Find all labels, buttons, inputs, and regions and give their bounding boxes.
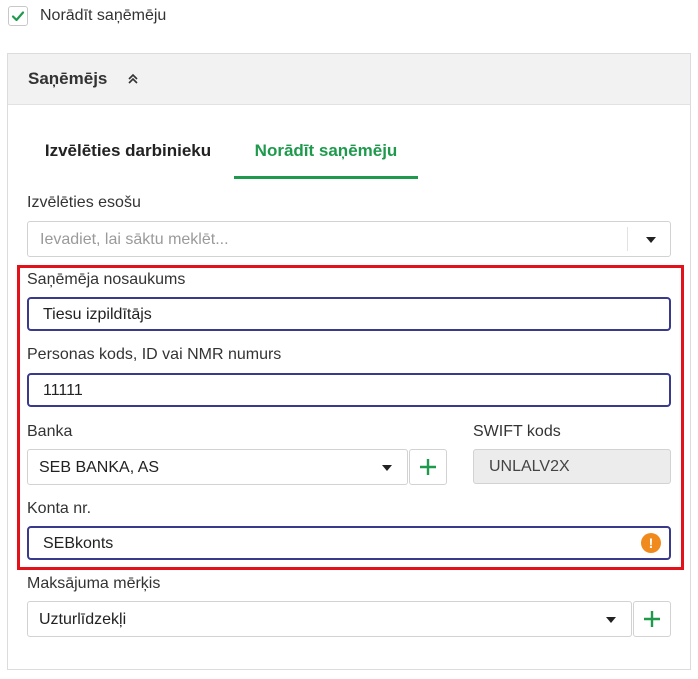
payment-purpose-value: Uzturlīdzekļi — [39, 611, 127, 628]
caret-down-icon[interactable] — [382, 465, 392, 471]
personal-code-value: 11111 — [43, 382, 83, 399]
caret-down-icon[interactable] — [606, 617, 616, 623]
caret-down-icon[interactable] — [646, 237, 656, 243]
show-recipient-label: Norādīt saņēmēju — [40, 7, 167, 24]
recipient-panel-header[interactable] — [8, 54, 690, 105]
bank-value: SEB BANKA, AS — [39, 459, 160, 476]
choose-existing-select[interactable]: Ievadiet, lai sāktu meklēt... — [27, 221, 671, 257]
bank-label: Banka — [27, 423, 73, 440]
tab-specify-recipient[interactable]: Norādīt saņēmēju — [234, 137, 418, 179]
swift-label: SWIFT kods — [473, 423, 561, 440]
plus-icon — [644, 611, 660, 627]
account-value: SEBkonts — [43, 535, 114, 552]
payment-purpose-label: Maksājuma mērķis — [27, 575, 161, 592]
swift-value: UNLALV2X — [489, 458, 570, 475]
add-bank-button[interactable] — [409, 449, 447, 485]
bank-select[interactable]: SEB BANKA, AS — [27, 449, 408, 485]
plus-icon — [420, 459, 436, 475]
tab-choose-employee[interactable]: Izvēlēties darbinieku — [30, 137, 226, 179]
add-payment-purpose-button[interactable] — [633, 601, 671, 637]
swift-field: UNLALV2X — [473, 449, 671, 484]
panel-title: Saņēmējs — [28, 69, 108, 88]
personal-code-label: Personas kods, ID vai NMR numurs — [27, 346, 282, 363]
checkmark-icon — [11, 11, 25, 22]
show-recipient-checkbox[interactable] — [8, 6, 28, 26]
account-label: Konta nr. — [27, 500, 92, 517]
choose-existing-label: Izvēlēties esošu — [27, 194, 141, 211]
recipient-name-input[interactable]: Tiesu izpildītājs — [27, 297, 671, 331]
recipient-name-value: Tiesu izpildītājs — [43, 306, 152, 323]
select-divider — [627, 227, 628, 251]
chevron-double-up-icon[interactable] — [126, 70, 140, 88]
choose-existing-placeholder: Ievadiet, lai sāktu meklēt... — [40, 231, 229, 248]
account-input[interactable]: SEBkonts ! — [27, 526, 671, 560]
warning-icon: ! — [641, 533, 661, 553]
payment-purpose-select[interactable]: Uzturlīdzekļi — [27, 601, 632, 637]
recipient-name-label: Saņēmēja nosaukums — [27, 271, 186, 288]
personal-code-input[interactable]: 11111 — [27, 373, 671, 407]
